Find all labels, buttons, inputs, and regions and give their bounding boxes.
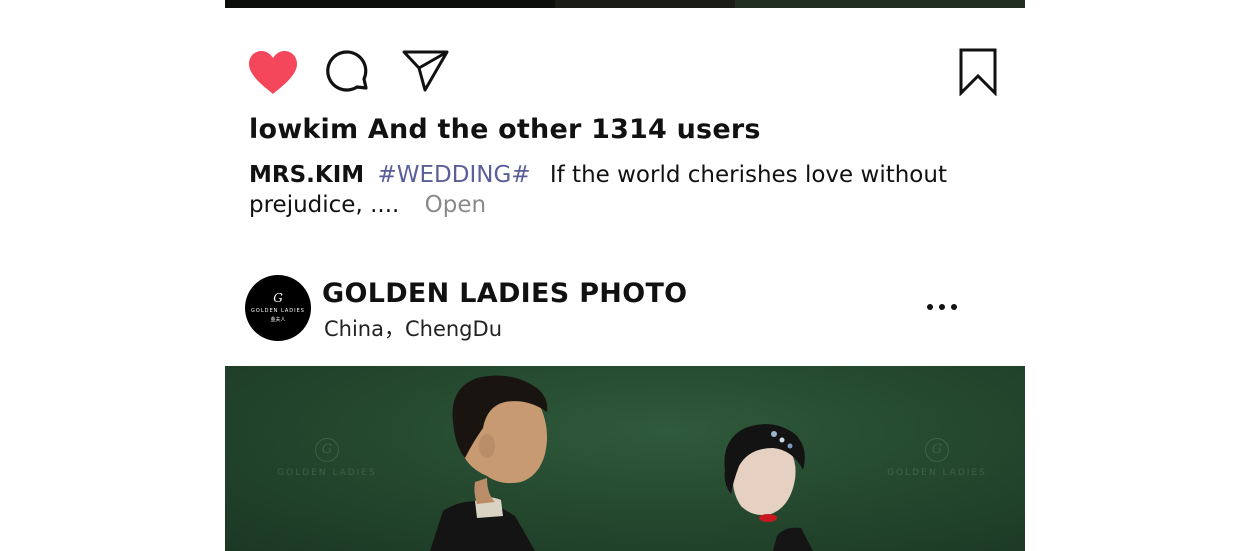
bride-dress [773,527,813,551]
comment-icon [326,50,368,92]
avatar-sub: 金夫人 [270,317,286,323]
likes-count[interactable]: lowkim And the other 1314 users [249,114,761,145]
photo-shade [225,0,555,8]
groom-ear [479,434,495,458]
more-options-button[interactable] [925,296,959,318]
hair-ornament [787,443,793,449]
bookmark-icon [959,48,997,96]
share-button[interactable] [401,48,451,94]
save-button[interactable] [958,48,998,96]
post-username[interactable]: GOLDEN LADIES PHOTO [322,278,687,309]
photo-shade [555,0,735,8]
post-photo[interactable]: G GOLDEN LADIES G GOLDEN LADIES [225,366,1025,551]
post-caption: MRS.KIM #WEDDING# If the world cherishes… [249,160,949,220]
comment-button[interactable] [326,50,372,96]
photo-shade [735,0,1025,8]
more-dot [927,304,933,310]
feed: lowkim And the other 1314 users MRS.KIM … [225,0,1025,551]
send-icon [402,50,449,92]
post-header: G GOLDEN LADIES 金夫人 GOLDEN LADIES PHOTO … [225,272,1025,344]
caption-author[interactable]: MRS.KIM [249,162,364,188]
groom-neck [474,478,495,504]
avatar-logo-icon: G [273,291,283,305]
heart-icon [249,51,297,94]
more-dot [951,304,957,310]
more-dot [939,304,945,310]
hair-ornament [779,437,785,443]
previous-post-photo[interactable] [225,0,1025,8]
bride-lips [759,514,777,522]
caption-open-link[interactable]: Open [425,192,486,218]
caption-hashtag[interactable]: #WEDDING# [377,162,530,188]
avatar-brand: GOLDEN LADIES [251,308,305,314]
post-action-bar [225,44,1025,100]
couple-photo-illustration [430,375,813,551]
hair-ornament [771,431,777,437]
like-button[interactable] [247,50,299,96]
avatar[interactable]: G GOLDEN LADIES 金夫人 [245,275,311,341]
post-location[interactable]: China，ChengDu [324,313,502,343]
